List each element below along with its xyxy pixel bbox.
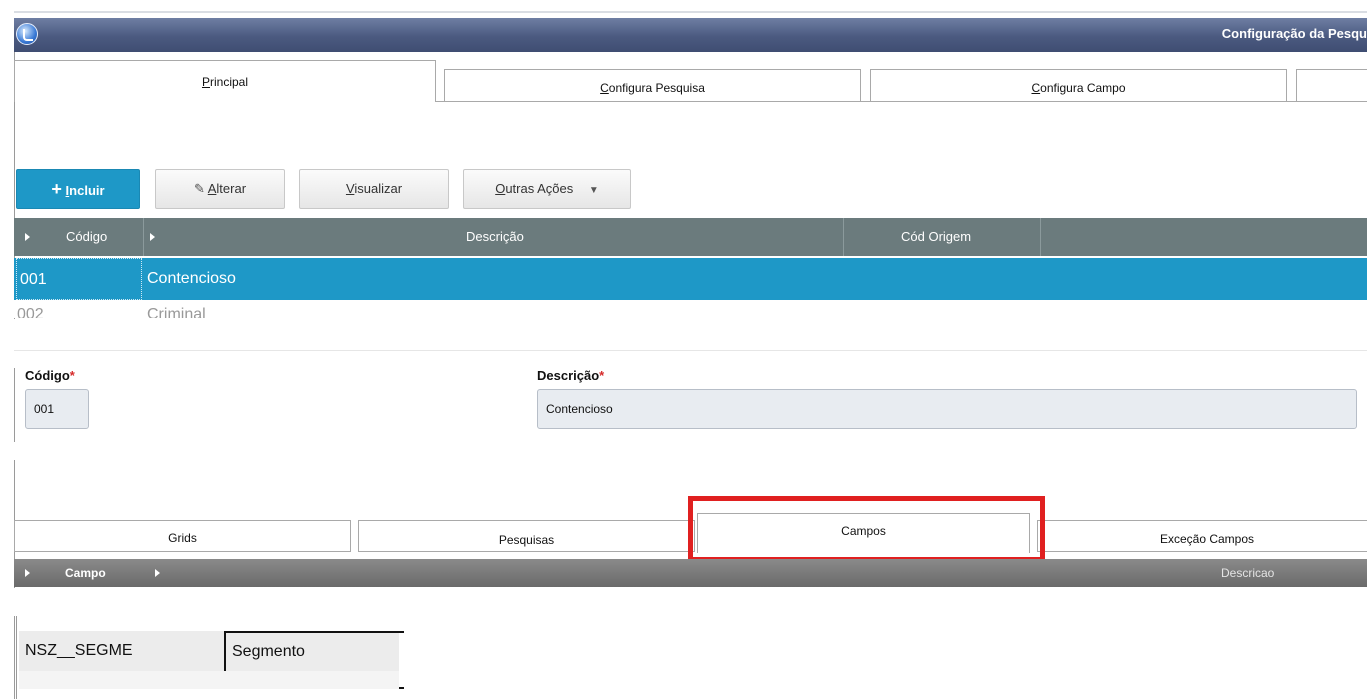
visualizar-button[interactable]: Visualizar <box>299 169 449 209</box>
zoom-row[interactable]: NSZ__SEGME Segmento <box>19 631 404 689</box>
tab-principal[interactable]: Principal <box>14 60 436 102</box>
subgrid-col-descricao[interactable]: Descricao <box>1221 559 1274 587</box>
subtab-grids[interactable]: Grids <box>14 520 351 552</box>
form-top-line <box>14 350 1367 351</box>
row-codigo-cell: 002 <box>17 306 44 318</box>
column-marker-icon <box>25 233 30 241</box>
subtab-excecao-campos[interactable]: Exceção Campos <box>1037 520 1367 552</box>
grid-col-codigo[interactable]: Código <box>14 218 144 256</box>
zoom-campo-cell: NSZ__SEGME <box>25 642 133 659</box>
tab-more[interactable] <box>1296 69 1367 102</box>
column-marker-icon <box>25 569 30 577</box>
column-marker-icon <box>150 233 155 241</box>
grid-col-cod-origem[interactable]: Cód Origem <box>844 218 1041 256</box>
form-left-border <box>14 368 15 442</box>
dropdown-triangle-icon: ▼ <box>588 185 599 196</box>
app-logo-icon <box>16 23 38 45</box>
row-codigo-cell: 001 <box>16 258 142 300</box>
row-descricao-cell: Contencioso <box>147 270 236 287</box>
subgrid-col-campo[interactable]: Campo <box>65 559 106 587</box>
descricao-field[interactable]: Contencioso <box>537 389 1357 429</box>
tab-configura-campo[interactable]: Configura Campo <box>870 69 1287 102</box>
tab-configura-pesquisa[interactable]: Configura Pesquisa <box>444 69 861 102</box>
descricao-label: Descrição* <box>537 368 605 383</box>
grid-header: Código Descrição Cód Origem <box>14 218 1367 256</box>
incluir-button[interactable]: + Incluir <box>16 169 140 209</box>
campos-highlight-box <box>688 496 1045 562</box>
zoom-row-lower <box>19 671 399 689</box>
column-marker-icon <box>155 569 160 577</box>
alterar-button[interactable]: ✎ Alterar <box>155 169 285 209</box>
zoom-left-border <box>14 616 17 699</box>
subtab-pesquisas[interactable]: Pesquisas <box>358 520 695 552</box>
window-title: Configuração da Pesqu <box>1221 26 1367 41</box>
row-descricao-cell: Criminal <box>147 306 206 318</box>
table-row[interactable]: 001 Contencioso <box>14 258 1367 300</box>
codigo-label: Código* <box>25 368 75 383</box>
grid-col-descricao[interactable]: Descrição <box>144 218 844 256</box>
pencil-icon: ✎ <box>193 181 205 196</box>
outras-acoes-button[interactable]: Outras Ações ▼ <box>463 169 631 209</box>
plus-icon: + <box>51 179 62 199</box>
window-titlebar: Configuração da Pesqu <box>14 18 1367 52</box>
subgrid-header: Campo Descricao <box>14 559 1367 587</box>
codigo-field[interactable]: 001 <box>25 389 89 429</box>
table-row[interactable]: 002 Criminal <box>14 300 1367 318</box>
window-top-border <box>14 11 1367 13</box>
